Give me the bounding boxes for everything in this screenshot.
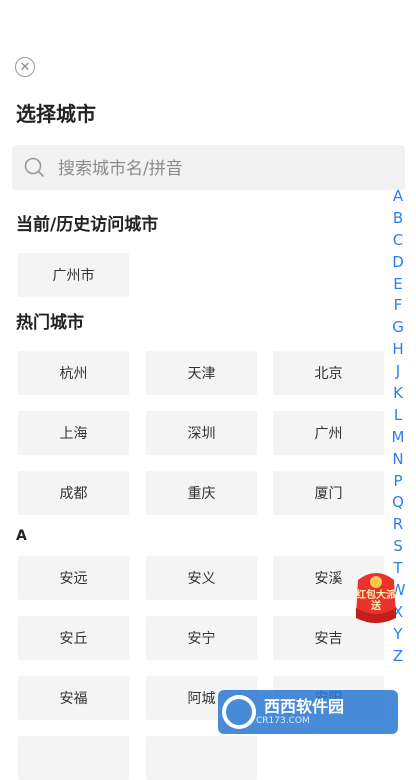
city-chip[interactable] [146, 736, 257, 780]
index-letter[interactable]: M [390, 427, 406, 449]
index-letter[interactable]: H [390, 339, 406, 361]
city-chip[interactable] [18, 736, 129, 780]
city-chip[interactable]: 安福 [18, 676, 129, 720]
index-letter[interactable]: F [390, 295, 406, 317]
close-icon: ✕ [19, 59, 31, 75]
city-chip-hot[interactable]: 上海 [18, 411, 129, 455]
hot-section-title: 热门城市 [16, 313, 84, 333]
index-letter[interactable]: P [390, 471, 406, 493]
index-letter[interactable]: G [390, 317, 406, 339]
watermark-brand: 西西软件园 [264, 697, 345, 716]
watermark-logo-icon [222, 695, 256, 729]
watermark: 西西软件园 CR173.COM [218, 690, 398, 734]
index-letter[interactable]: Y [390, 624, 406, 646]
index-letter[interactable]: R [390, 514, 406, 536]
city-chip-hot[interactable]: 北京 [273, 351, 384, 395]
index-letter[interactable]: K [390, 383, 406, 405]
city-chip-history[interactable]: 广州市 [18, 253, 129, 297]
index-letter[interactable]: Q [390, 492, 406, 514]
index-letter[interactable]: C [390, 230, 406, 252]
city-chip-hot[interactable]: 厦门 [273, 471, 384, 515]
watermark-url: CR173.COM [256, 716, 310, 726]
search-icon [24, 157, 44, 177]
city-chip-hot[interactable]: 重庆 [146, 471, 257, 515]
red-packet-button[interactable]: 红包大派送 [350, 568, 402, 624]
city-chip[interactable]: 安远 [18, 556, 129, 600]
city-chip-hot[interactable]: 杭州 [18, 351, 129, 395]
close-button[interactable]: ✕ [15, 57, 35, 77]
city-chip-hot[interactable]: 广州 [273, 411, 384, 455]
page-title: 选择城市 [16, 102, 96, 126]
index-letter[interactable]: E [390, 274, 406, 296]
index-letter[interactable]: Z [390, 646, 406, 668]
letter-header-a: A [16, 528, 27, 544]
history-section-title: 当前/历史访问城市 [16, 215, 159, 235]
index-letter[interactable]: J [390, 361, 406, 383]
city-chip-hot[interactable]: 深圳 [146, 411, 257, 455]
search-input[interactable] [56, 145, 390, 192]
city-chip-hot[interactable]: 成都 [18, 471, 129, 515]
city-chip-hot[interactable]: 天津 [146, 351, 257, 395]
city-chip[interactable]: 安丘 [18, 616, 129, 660]
city-chip[interactable]: 安义 [146, 556, 257, 600]
index-letter[interactable]: N [390, 449, 406, 471]
search-box[interactable] [12, 145, 405, 192]
index-letter[interactable]: L [390, 405, 406, 427]
index-letter[interactable]: S [390, 536, 406, 558]
red-packet-label: 红包大派送 [356, 590, 396, 612]
index-letter[interactable]: D [390, 252, 406, 274]
city-chip[interactable]: 安宁 [146, 616, 257, 660]
index-letter[interactable]: A [390, 186, 406, 208]
index-letter[interactable]: B [390, 208, 406, 230]
